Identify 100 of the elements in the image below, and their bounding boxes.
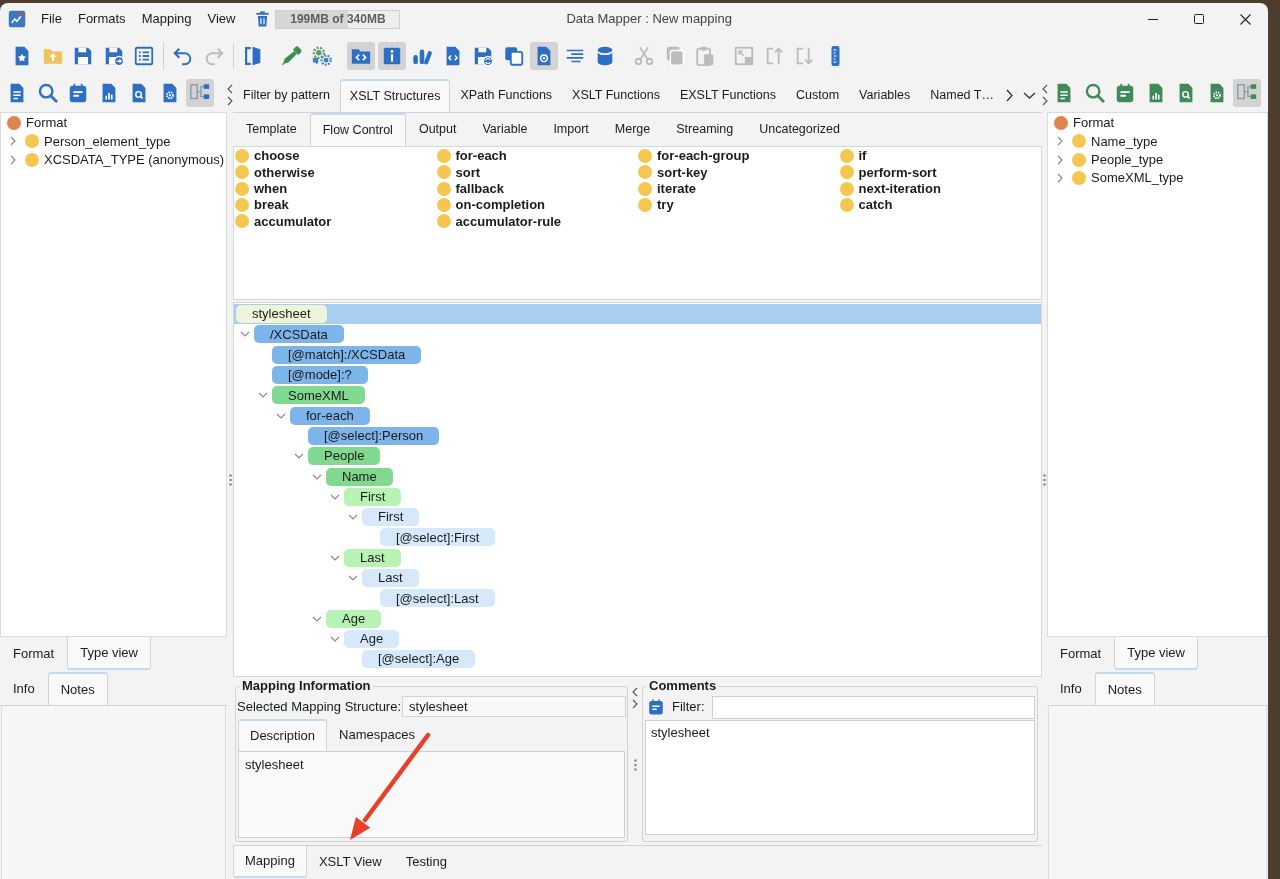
filter-field[interactable] [711,695,1035,719]
tab[interactable]: Notes [47,672,108,705]
circle-icon [638,149,652,164]
app-icon [8,10,26,28]
chevron-right-icon[interactable] [1006,89,1013,102]
tab[interactable]: Streaming [663,113,747,146]
tab[interactable]: Flow Control [309,113,406,146]
tab[interactable]: XPath Functions [450,79,563,112]
tree-row[interactable]: Age [234,628,1041,650]
tree-row[interactable]: [@select]:Person [234,425,1041,447]
tab[interactable]: Uncategorized [746,113,853,146]
notes-field[interactable] [1048,706,1267,879]
tab[interactable]: Notes [1094,672,1155,705]
tree-row[interactable]: Age [234,608,1041,629]
note-icon[interactable] [647,698,665,716]
tab[interactable]: Variable [469,113,541,146]
list-item[interactable]: stylesheet [651,723,710,743]
tree-row[interactable]: for-each [234,405,1041,426]
tab[interactable]: Format [1047,637,1115,670]
tree-node[interactable]: [@select]:First [380,528,496,547]
tree-row[interactable]: [@select]:Last [234,588,1041,609]
tree-item[interactable]: Person_element_type [44,131,171,152]
tree-node[interactable]: People [308,447,381,466]
grip-icon[interactable] [1043,474,1046,486]
tree-row[interactable]: Name [234,466,1041,487]
tree-row[interactable]: First [234,506,1041,528]
tree-row[interactable]: [@select]:First [234,527,1041,548]
chevron-left-icon[interactable] [1041,84,1048,94]
tree-node[interactable]: [@select]:Person [308,426,440,445]
tab[interactable]: Merge [601,113,664,146]
tab[interactable]: XSLT Structures [339,79,451,112]
chevron-right-icon[interactable] [1041,96,1048,106]
menu-item[interactable]: Formats [69,7,134,31]
chevron-left-icon[interactable] [227,84,233,94]
tree-row[interactable]: People [234,446,1041,467]
tree-row[interactable]: stylesheet [234,304,1041,325]
tab[interactable]: Info [0,672,48,705]
tree-row[interactable]: [@match]:/XCSData [234,344,1041,365]
grip-icon[interactable] [228,474,232,486]
tab[interactable]: Format [0,637,68,670]
tree-row[interactable]: Last [234,567,1041,589]
menu-item[interactable]: File [33,7,70,31]
tab[interactable]: Info [1047,672,1095,705]
tab[interactable]: EXSLT Functions [669,79,786,112]
structure-field[interactable]: stylesheet [402,696,626,717]
tab[interactable]: Import [540,113,602,146]
chevron-right-icon[interactable] [632,699,638,709]
tab[interactable]: Testing [393,846,459,878]
tab[interactable]: XSLT Functions [562,79,670,112]
notes-field[interactable] [1,706,226,879]
tree-node[interactable]: Last [344,548,401,567]
chevron-left-icon[interactable] [632,687,638,697]
tree-row[interactable]: Last [234,547,1041,568]
menu-item[interactable]: Mapping [133,7,200,31]
tree-node[interactable]: First [362,508,420,527]
tree-node[interactable]: stylesheet [236,305,327,324]
tree-item[interactable]: Name_type [1091,131,1158,152]
tab[interactable]: XSLT View [306,846,394,878]
tree-row[interactable]: /XCSData [234,324,1041,345]
tree-node[interactable]: [@mode]:? [272,366,368,385]
tab[interactable]: Output [405,113,470,146]
tree-node[interactable]: SomeXML [272,386,365,405]
tree-node[interactable]: Age [344,629,400,648]
grip-icon[interactable] [633,759,637,771]
tab[interactable]: Type view [1114,637,1198,670]
tool-button[interactable] [186,79,214,107]
tool-button[interactable] [1233,79,1261,107]
tab[interactable]: Mapping [233,846,307,878]
tree-node[interactable]: [@match]:/XCSData [272,345,422,364]
tree-node[interactable]: /XCSData [254,325,344,344]
tree-row[interactable]: SomeXML [234,385,1041,406]
tree-row[interactable]: [@mode]:? [234,364,1041,386]
tree-node[interactable]: Last [362,569,419,587]
circle-icon [235,149,249,164]
tree-node[interactable]: [@select]:Age [362,650,476,669]
tab[interactable]: Filter by pattern [233,79,340,112]
tree-row[interactable]: First [234,486,1041,507]
tree-item[interactable]: XCSDATA_TYPE (anonymous) [44,150,225,170]
tree-item[interactable]: People_type [1091,150,1164,170]
circle-icon [839,181,854,196]
tree-node[interactable]: for-each [290,406,370,425]
tab[interactable]: Variables [849,79,921,112]
tree-row[interactable]: [@select]:Age [234,649,1041,670]
tab[interactable]: Named T… [920,79,1004,112]
tree-item[interactable]: Format [1073,113,1115,133]
tree-item[interactable]: Format [26,113,68,133]
tree-node[interactable]: Age [326,609,382,628]
tab[interactable]: Template [233,113,310,146]
chevron-right-icon[interactable] [227,96,233,106]
menu-item[interactable]: View [199,7,244,31]
tree-item[interactable]: SomeXML_type [1091,168,1184,188]
chevron-down-icon[interactable] [1023,92,1036,99]
tree-node[interactable]: [@select]:Last [380,589,495,608]
tab[interactable]: Custom [786,79,850,112]
tab[interactable]: Namespaces [327,719,427,751]
tab[interactable]: Description [238,719,328,751]
tree-node[interactable]: Name [326,467,393,486]
description-field[interactable]: stylesheet [238,751,625,838]
tree-node[interactable]: First [344,487,402,506]
tab[interactable]: Type view [67,637,151,670]
